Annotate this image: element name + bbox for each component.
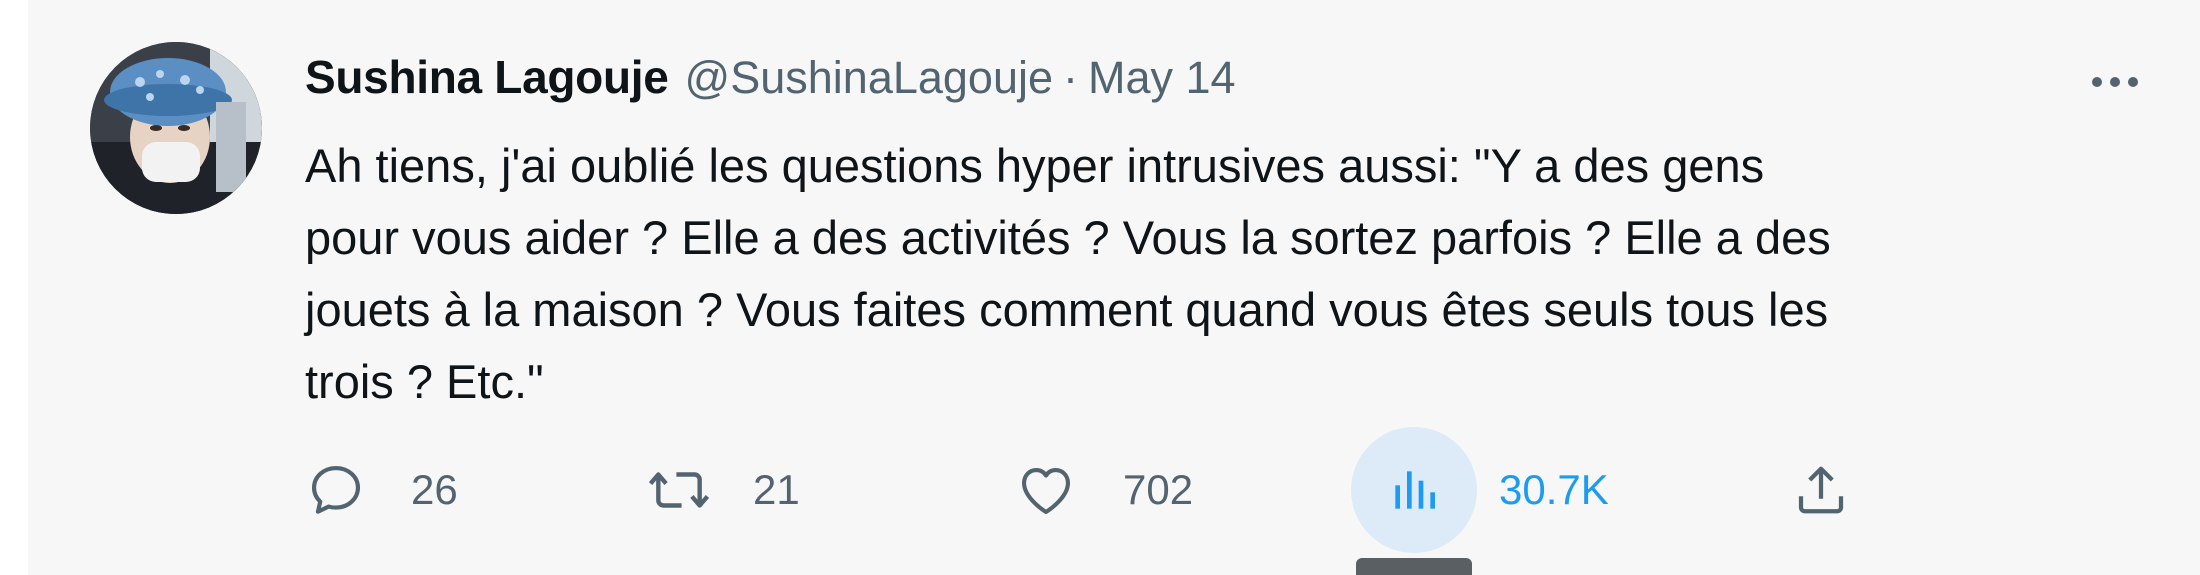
heart-icon [1021, 468, 1071, 515]
reply-count: 26 [411, 466, 458, 513]
share-button[interactable] [1791, 440, 1851, 540]
views-button[interactable]: 30.7K [1351, 427, 1609, 553]
tweet-text: Ah tiens, j'ai oublié les questions hype… [305, 139, 1831, 408]
like-button[interactable]: 702 [1015, 440, 1193, 540]
retweet-count: 21 [753, 466, 800, 513]
avatar-image [90, 42, 262, 214]
tweet-header: Sushina Lagouje @SushinaLagouje · May 14 [305, 50, 1236, 110]
retweet-button[interactable]: 21 [645, 440, 800, 540]
tweet-frame: Sushina Lagouje @SushinaLagouje · May 14… [0, 0, 2200, 575]
views-chart-icon [1395, 471, 1435, 509]
more-options-button[interactable] [2080, 62, 2150, 102]
share-icon [1798, 466, 1844, 514]
tooltip-tab [1356, 558, 1472, 575]
views-count: 30.7K [1499, 466, 1609, 513]
header-separator: · [1063, 52, 1079, 103]
reply-icon [311, 465, 361, 514]
avatar[interactable] [90, 42, 262, 214]
tweet-date[interactable]: May 14 [1088, 52, 1236, 104]
more-horizontal-icon [2092, 77, 2138, 87]
tweet-card[interactable]: Sushina Lagouje @SushinaLagouje · May 14… [28, 0, 2200, 575]
like-count: 702 [1123, 466, 1194, 513]
left-border [0, 0, 28, 575]
views-hover-bubble [1351, 427, 1477, 553]
retweet-icon [648, 472, 710, 508]
reply-button[interactable]: 26 [305, 440, 458, 540]
author-name[interactable]: Sushina Lagouje [305, 50, 669, 104]
author-handle[interactable]: @SushinaLagouje [685, 52, 1053, 104]
